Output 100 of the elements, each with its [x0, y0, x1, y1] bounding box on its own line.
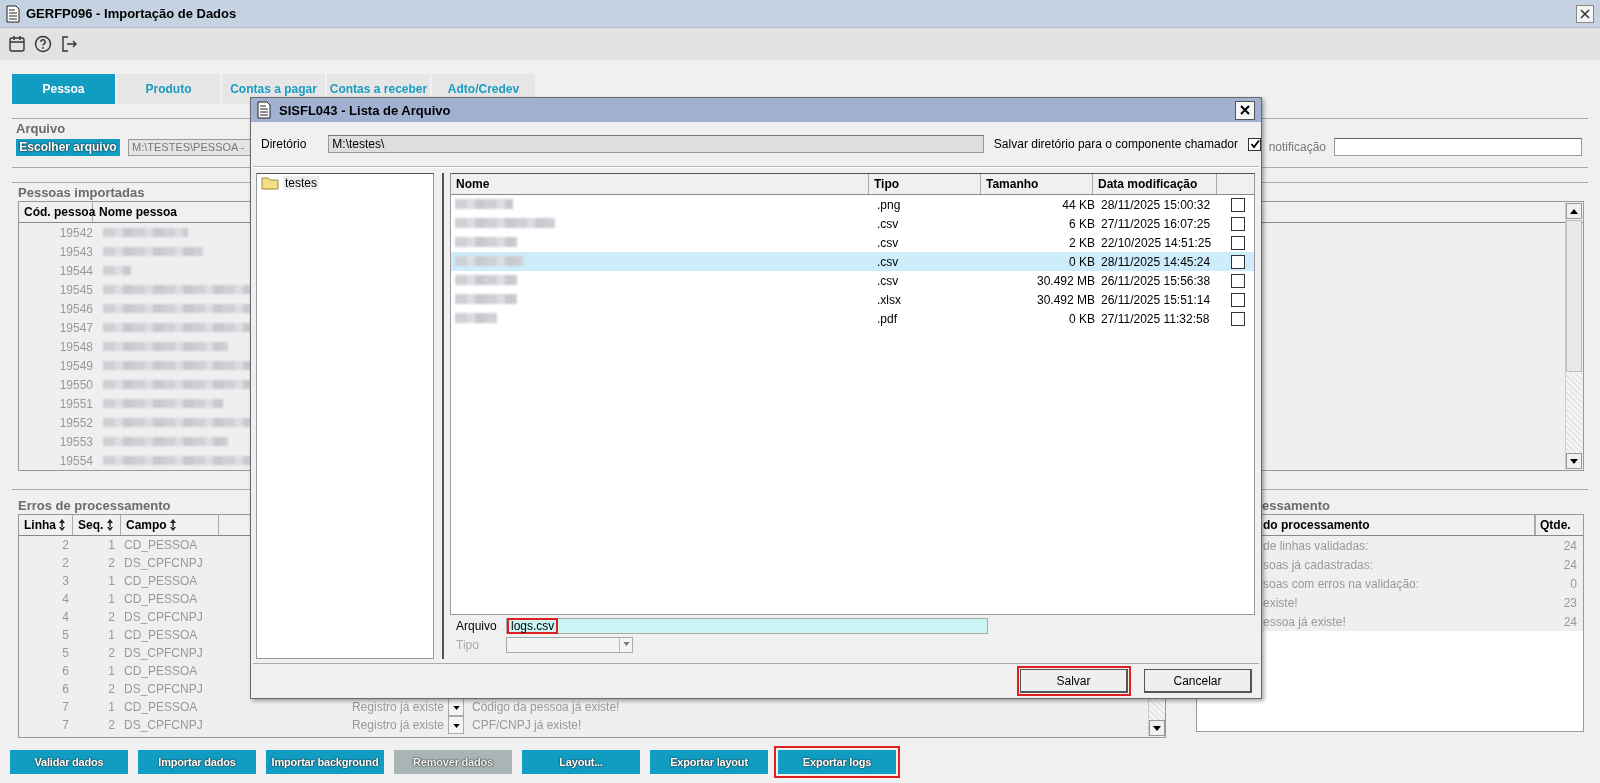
scroll-down-button[interactable]	[1149, 720, 1165, 736]
file-row[interactable]: .xlsx 30.492 MB 26/11/2025 15:51:14	[451, 290, 1254, 309]
column-header[interactable]: Linha	[24, 518, 56, 532]
table-cell-text: 19546	[58, 301, 94, 316]
table-cell-text: 5	[61, 628, 70, 642]
scroll-up-button[interactable]	[1566, 203, 1582, 219]
table-cell-text: 2	[107, 646, 116, 660]
notification-field[interactable]	[1334, 138, 1582, 156]
table-cell-text: 28/11/2025 15:00:32	[1101, 197, 1212, 212]
table-cell-text: 6	[61, 664, 70, 678]
file-row[interactable]: .csv 0 KB 28/11/2025 14:45:24	[451, 252, 1254, 271]
table-cell-text: 3	[61, 574, 70, 588]
calendar-icon[interactable]	[8, 35, 26, 53]
table-cell-text: soas com erros na validação:	[1262, 576, 1421, 591]
table-cell-text: 19545	[58, 282, 94, 297]
dropdown-button[interactable]	[448, 716, 464, 734]
section-title: essamento	[1261, 498, 1331, 513]
table-cell-text: 1	[107, 574, 116, 588]
up-arrow-icon	[1570, 208, 1578, 214]
table-cell-text: DS_CPFCNPJ	[123, 556, 204, 570]
help-icon[interactable]	[34, 35, 52, 53]
table-cell-text: 19554	[58, 453, 94, 468]
folder-item[interactable]: testes	[257, 174, 433, 192]
scroll-down-button[interactable]	[1566, 453, 1582, 469]
table-cell-text: 4	[61, 592, 70, 606]
column-header[interactable]: Campo	[126, 518, 167, 532]
column-header[interactable]: Data modificação	[1093, 174, 1217, 194]
checkbox[interactable]	[1231, 311, 1245, 326]
table-cell-text: 1	[107, 538, 116, 552]
section-title: Arquivo	[16, 121, 67, 136]
file-row[interactable]: .png 44 KB 28/11/2025 15:00:32	[451, 195, 1254, 214]
table-cell-text: 2	[107, 610, 116, 624]
table-cell-text: 4	[61, 610, 70, 624]
table-cell-text: 19544	[58, 263, 94, 278]
close-button[interactable]	[1576, 4, 1594, 23]
table-cell-text: essoa já existe!	[1262, 614, 1347, 629]
table-cell-text: 23	[1562, 595, 1578, 610]
column-header[interactable]: Seq.	[78, 518, 104, 532]
table-cell-text: 24	[1562, 557, 1578, 572]
table-cell-text: CD_PESSOA	[123, 700, 199, 714]
column-header[interactable]: Tamanho	[981, 174, 1093, 194]
table-cell-text: 2	[61, 538, 70, 552]
field-label: notificação	[1268, 140, 1326, 154]
sort-icon[interactable]	[170, 519, 176, 531]
column-header[interactable]: Nome	[451, 174, 869, 194]
file-row[interactable]: .pdf 0 KB 27/11/2025 11:32:58	[451, 309, 1254, 328]
checkbox[interactable]	[1231, 197, 1245, 212]
column-header[interactable]: Qtde.	[1535, 515, 1583, 535]
table-cell-text: 2	[107, 718, 116, 732]
scroll-thumb[interactable]	[1566, 220, 1582, 372]
checkbox[interactable]	[1231, 216, 1245, 231]
table-cell-text: 19552	[58, 415, 94, 430]
folder-icon	[261, 176, 279, 190]
file-name-field[interactable]: logs.csv	[506, 618, 988, 634]
table-cell-text: 1	[107, 592, 116, 606]
checkbox[interactable]	[1231, 292, 1245, 307]
table-cell-text: .png	[876, 197, 902, 212]
table-cell-text: 1	[107, 628, 116, 642]
table-cell-text: DS_CPFCNPJ	[123, 610, 204, 624]
table-cell-text: 0 KB	[1068, 311, 1096, 326]
checkbox[interactable]	[1231, 273, 1245, 288]
table-cell-text: CD_PESSOA	[123, 664, 199, 678]
table-cell-text: DS_CPFCNPJ	[123, 718, 204, 732]
table-cell-text: CD_PESSOA	[123, 538, 199, 552]
dialog-button[interactable]: Cancelar	[1144, 669, 1252, 693]
table-cell-text: 26/11/2025 15:51:14	[1101, 292, 1212, 307]
file-row[interactable]: .csv 30.492 MB 26/11/2025 15:56:38	[451, 271, 1254, 290]
file-row[interactable]: .csv 6 KB 27/11/2025 16:07:25	[451, 214, 1254, 233]
table-cell-text: 27/11/2025 16:07:25	[1101, 216, 1212, 231]
table-cell-text: 1	[107, 664, 116, 678]
down-arrow-icon	[1570, 458, 1578, 464]
table-cell-text: DS_CPFCNPJ	[123, 682, 204, 696]
table-cell-text: .xlsx	[876, 292, 902, 307]
checkbox[interactable]	[1231, 254, 1245, 269]
table-cell-text: 2	[107, 556, 116, 570]
table-cell-text: 0 KB	[1068, 254, 1096, 269]
table-cell-text: 19548	[58, 339, 94, 354]
document-icon	[6, 4, 20, 23]
exit-icon[interactable]	[60, 35, 78, 53]
table-cell-text: 2	[61, 556, 70, 570]
dialog-button[interactable]: Salvar	[1020, 669, 1128, 693]
file-row[interactable]: .csv 2 KB 22/10/2025 14:51:25	[451, 233, 1254, 252]
table-cell: Registro já existe	[351, 718, 444, 732]
checkbox[interactable]	[1231, 235, 1245, 250]
dialog-title: SISFL043 - Lista de Arquivo	[279, 102, 451, 118]
close-button[interactable]	[1235, 100, 1255, 120]
checkbox[interactable]	[1248, 137, 1261, 151]
table-cell-text: DS_CPFCNPJ	[123, 646, 204, 660]
table-cell-text: CD_PESSOA	[123, 592, 199, 606]
table-cell-text: 19553	[58, 434, 94, 449]
table-cell-text: 0	[1569, 576, 1578, 591]
sort-icon[interactable]	[59, 519, 66, 531]
table-cell-text: 30.492 MB	[1035, 273, 1096, 288]
directory-field[interactable]: M:\testes\	[328, 135, 984, 153]
column-header[interactable]: Tipo	[869, 174, 981, 194]
table-cell-text: de linhas validadas:	[1262, 538, 1370, 553]
sort-icon[interactable]	[106, 519, 113, 531]
table-cell-text: 19543	[58, 244, 94, 259]
close-icon	[1240, 105, 1250, 115]
table-cell-text: 7	[61, 700, 70, 714]
